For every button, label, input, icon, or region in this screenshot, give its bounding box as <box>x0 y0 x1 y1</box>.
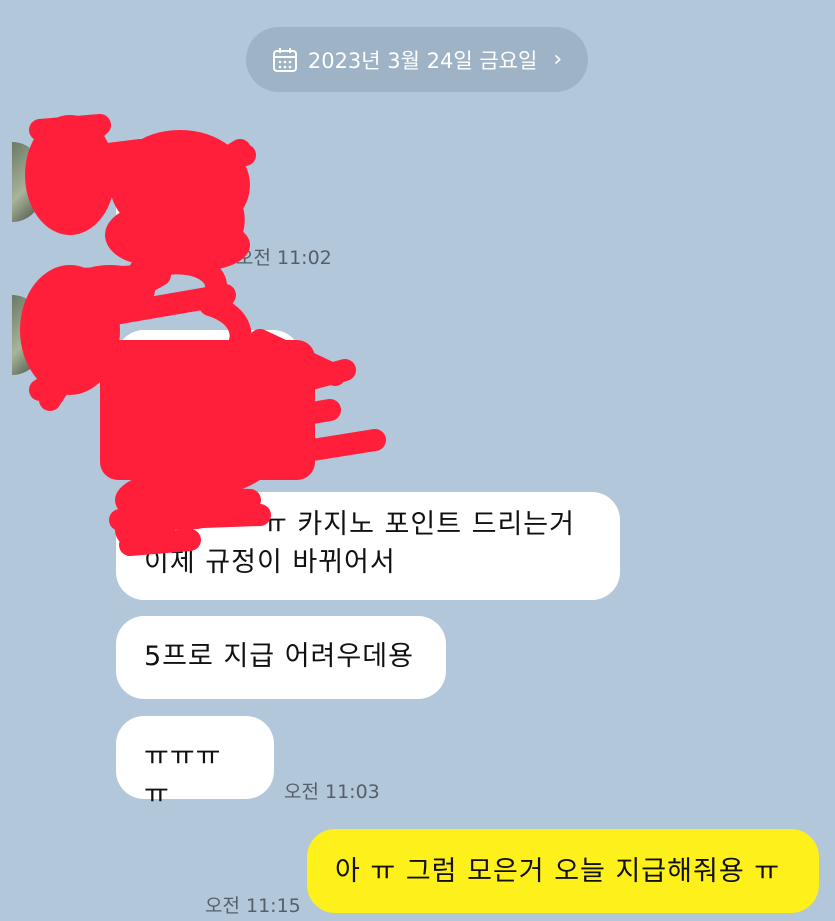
message-text: 5프로 지급 어려우데용 <box>144 641 414 672</box>
calendar-icon <box>272 47 297 72</box>
avatar[interactable] <box>12 295 42 375</box>
message-bubble[interactable]: 5프로 지급 어려우데용 <box>116 616 446 699</box>
message-time: 오전 11:02 <box>236 247 332 269</box>
message-text: ㅠ 카지노 포인트 드리는거 <box>262 509 575 540</box>
my-message-bubble[interactable]: 아 ㅠ 그럼 모은거 오늘 지급해줘용 ㅠ <box>307 829 819 913</box>
message-time: 오전 11:03 <box>284 781 380 803</box>
avatar[interactable] <box>12 142 42 222</box>
message-text: 아 ㅠ 그럼 모은거 오늘 지급해줘용 ㅠ <box>335 856 781 887</box>
message-bubble[interactable]: ㅠㅠㅠㅠ <box>116 716 274 810</box>
message-bubble-redacted[interactable] <box>116 330 301 480</box>
message-text: ㅠㅠㅠㅠ <box>144 741 222 810</box>
chevron-right-icon: › <box>553 47 563 72</box>
date-divider[interactable]: 2023년 3월 24일 금요일 › <box>246 27 588 92</box>
message-text: 이제 규정이 바뀌어서 <box>144 547 396 578</box>
message-bubble-redacted[interactable] <box>116 140 236 255</box>
message-bubble[interactable]: ㅠ 카지노 포인트 드리는거 이제 규정이 바뀌어서 <box>116 492 620 600</box>
date-label: 2023년 3월 24일 금요일 <box>307 48 538 73</box>
message-time: 오전 11:15 <box>205 895 301 917</box>
